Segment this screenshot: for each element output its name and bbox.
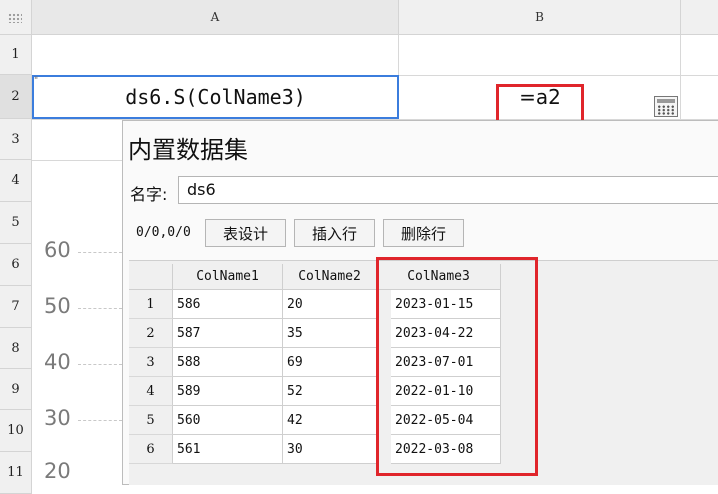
insert-row-button[interactable]: 插入行 <box>294 219 375 247</box>
table-row-number[interactable]: 5 <box>129 406 173 435</box>
select-all-corner[interactable] <box>0 0 32 35</box>
column-header-colname2[interactable]: ColName2 <box>283 264 377 290</box>
column-header-colname1[interactable]: ColName1 <box>173 264 283 290</box>
grid-dots-icon <box>8 13 22 23</box>
dialog-title: 内置数据集 <box>128 136 248 164</box>
calculator-icon[interactable] <box>654 96 678 117</box>
highlight-box-colname3 <box>376 257 538 476</box>
table-row-number[interactable]: 6 <box>129 435 173 464</box>
table-cell[interactable]: 42 <box>283 406 377 435</box>
table-corner[interactable] <box>129 264 173 290</box>
table-cell[interactable]: 589 <box>173 377 283 406</box>
name-label: 名字: <box>130 185 168 204</box>
chart-gridline <box>78 308 122 309</box>
table-row-number[interactable]: 4 <box>129 377 173 406</box>
row-header-8[interactable]: 8 <box>0 328 32 369</box>
name-input[interactable]: ds6 <box>178 176 718 204</box>
cell-a2[interactable]: ds6.S(ColName3) <box>32 75 399 119</box>
chart-gridline <box>78 420 122 421</box>
table-cell[interactable]: 586 <box>173 290 283 319</box>
table-cell[interactable]: 560 <box>173 406 283 435</box>
table-design-button[interactable]: 表设计 <box>205 219 286 247</box>
table-row-number[interactable]: 1 <box>129 290 173 319</box>
table-cell[interactable]: 588 <box>173 348 283 377</box>
table-row-number[interactable]: 2 <box>129 319 173 348</box>
chart-y-tick-50: 50 <box>44 294 71 318</box>
row-header-1[interactable]: 1 <box>0 35 32 75</box>
table-cell[interactable]: 561 <box>173 435 283 464</box>
chart-y-tick-40: 40 <box>44 350 71 374</box>
cell-a2-marker: " <box>34 76 39 86</box>
row-header-2[interactable]: 2 <box>0 75 32 119</box>
column-header-b[interactable]: B <box>399 0 681 35</box>
chart-y-tick-20: 20 <box>44 459 71 483</box>
row-header-4[interactable]: 4 <box>0 160 32 202</box>
chart-gridline <box>78 252 122 253</box>
row-header-9[interactable]: 9 <box>0 369 32 410</box>
column-header-a[interactable]: A <box>32 0 399 35</box>
row-header-10[interactable]: 10 <box>0 410 32 452</box>
table-cell[interactable]: 52 <box>283 377 377 406</box>
delete-row-button[interactable]: 删除行 <box>383 219 464 247</box>
table-cell[interactable]: 587 <box>173 319 283 348</box>
chart-gridline <box>78 364 122 365</box>
table-cell[interactable]: 69 <box>283 348 377 377</box>
row-header-7[interactable]: 7 <box>0 286 32 328</box>
table-cell[interactable]: 35 <box>283 319 377 348</box>
table-cell[interactable]: 20 <box>283 290 377 319</box>
page-indicator: 0/0,0/0 <box>136 225 191 240</box>
table-row-number[interactable]: 3 <box>129 348 173 377</box>
column-header-c[interactable] <box>681 0 718 35</box>
chart-y-tick-30: 30 <box>44 406 71 430</box>
grid-line <box>32 160 122 161</box>
table-cell[interactable]: 30 <box>283 435 377 464</box>
row-header-5[interactable]: 5 <box>0 202 32 244</box>
row-header-11[interactable]: 11 <box>0 452 32 494</box>
row-header-3[interactable]: 3 <box>0 119 32 160</box>
row-header-6[interactable]: 6 <box>0 244 32 286</box>
chart-y-tick-60: 60 <box>44 238 71 262</box>
